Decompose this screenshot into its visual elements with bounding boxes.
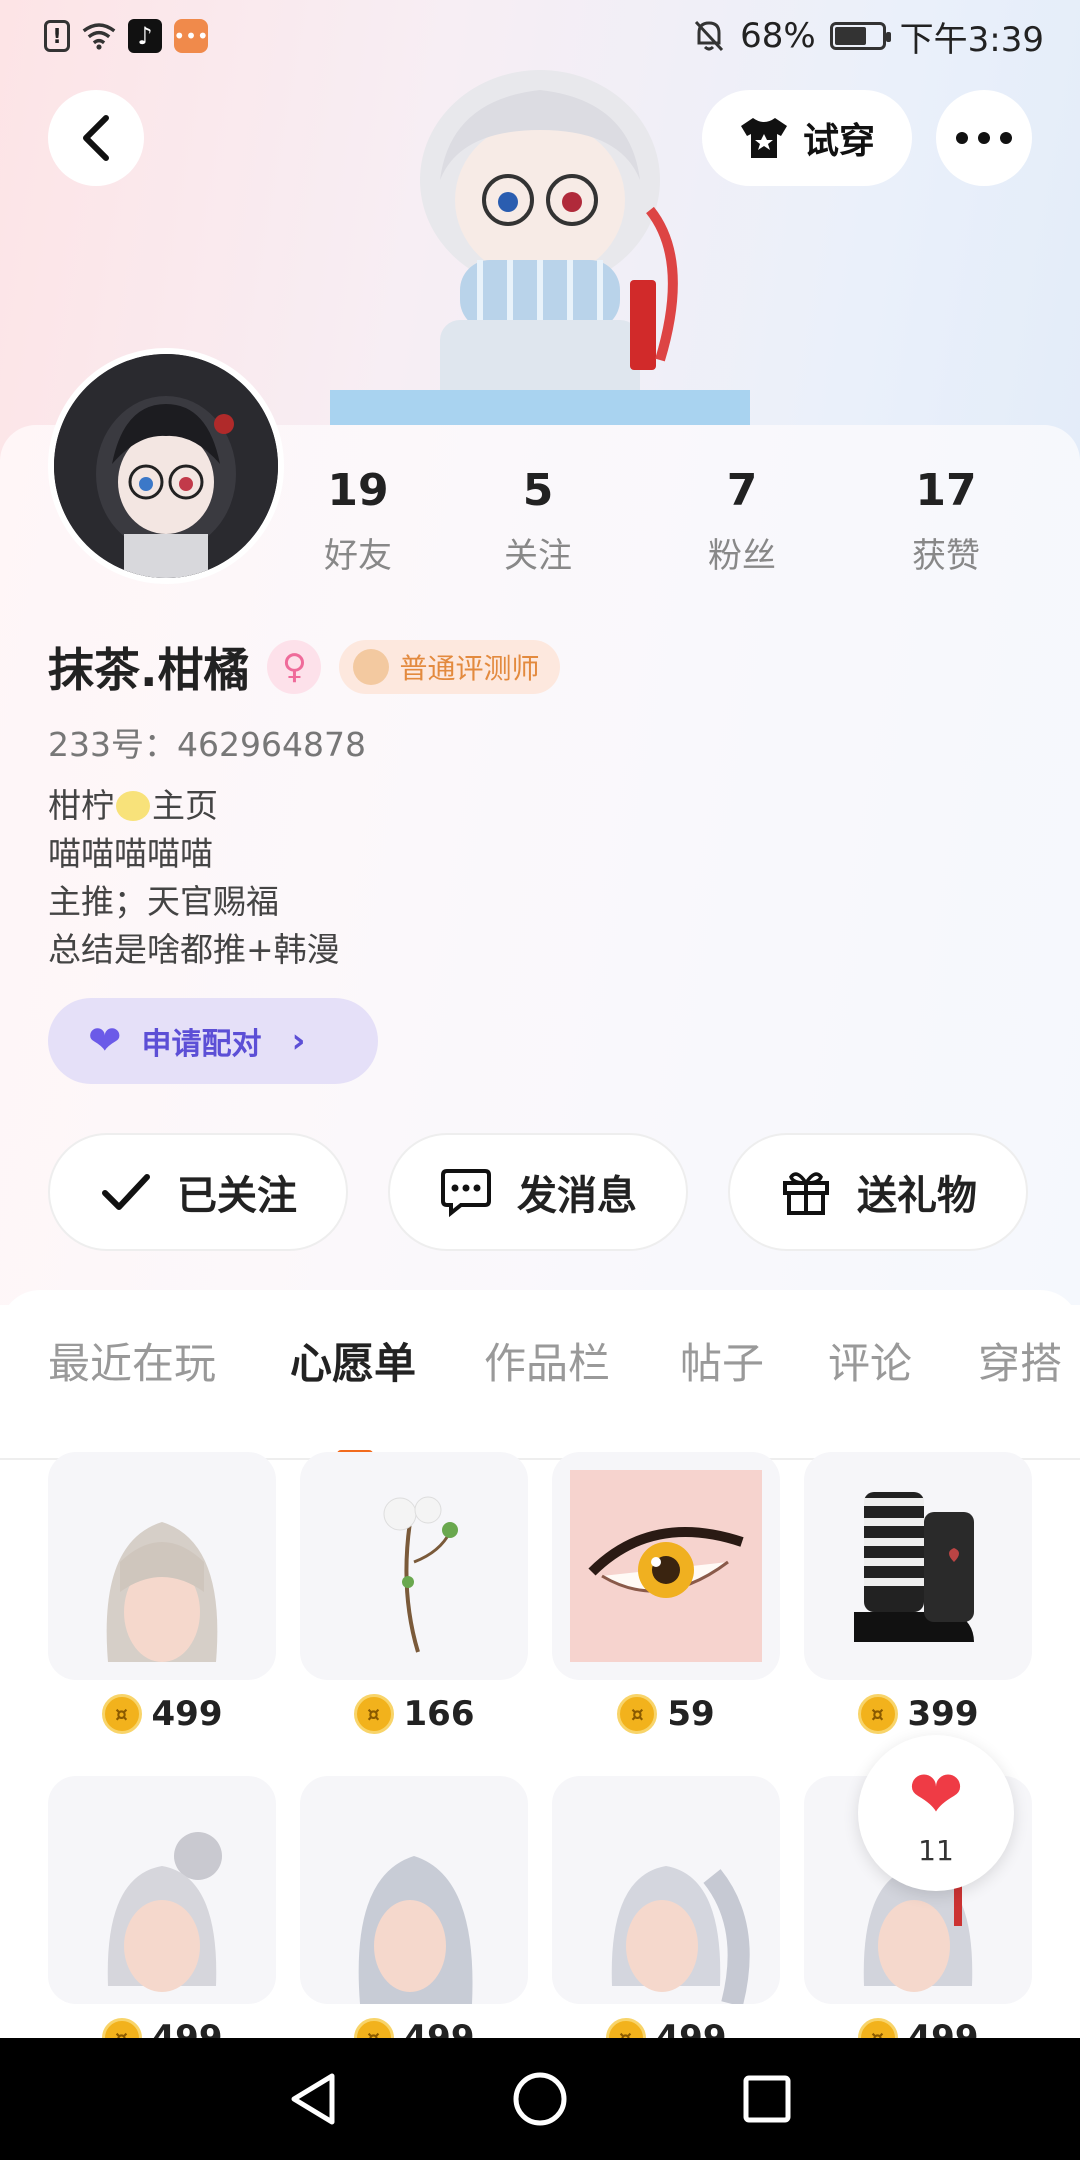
- title-badge[interactable]: 普通评测师: [339, 640, 560, 694]
- username: 抹茶.柑橘: [48, 643, 250, 697]
- lemon-icon: [116, 791, 150, 821]
- triangle-back-icon: [291, 2073, 335, 2125]
- more-options-button[interactable]: [936, 90, 1032, 186]
- hair-item-icon: [611, 1866, 750, 2004]
- stat-label: 粉丝: [708, 536, 776, 576]
- nav-recents-button[interactable]: [737, 2069, 797, 2129]
- avatar-3d-figure: [330, 60, 750, 430]
- message-app-icon: •••: [173, 19, 209, 53]
- stat-value: 5: [522, 465, 554, 516]
- square-recents-icon: [743, 2075, 791, 2123]
- request-pair-button[interactable]: ❤ 申请配对 ›: [48, 998, 378, 1084]
- heart-icon: ❤: [908, 1755, 964, 1833]
- like-count: 11: [918, 1833, 954, 1867]
- wishlist-price: ¤499: [48, 1694, 276, 1734]
- chevron-left-icon: [83, 115, 109, 161]
- clock: 下午3:39: [899, 19, 1044, 60]
- wishlist-item[interactable]: [48, 1452, 276, 1680]
- battery-icon: [829, 22, 891, 50]
- coin-icon: ¤: [353, 1694, 394, 1734]
- send-message-label: 发消息: [517, 1173, 637, 1219]
- bio-line: 柑柠 主页: [48, 786, 218, 825]
- eye-item-icon: [570, 1470, 762, 1662]
- wishlist-item[interactable]: [300, 1452, 528, 1680]
- tiktok-icon: ♪: [128, 19, 162, 53]
- stat-friends[interactable]: 19 好友: [278, 465, 438, 577]
- tab-recently-played[interactable]: 最近在玩: [48, 1330, 216, 1391]
- chat-bubble-icon: [441, 1169, 491, 1218]
- stat-fans[interactable]: 7 粉丝: [662, 465, 822, 577]
- alert-icon: !: [44, 20, 70, 52]
- tab-works[interactable]: 作品栏: [484, 1330, 610, 1391]
- heart-icon: ❤: [88, 1018, 122, 1064]
- hair-item-icon: [358, 1856, 473, 2004]
- request-pair-label: 申请配对: [141, 1027, 262, 1062]
- nav-back-button[interactable]: [283, 2069, 343, 2129]
- boots-item-icon: [854, 1492, 974, 1642]
- tab-comments[interactable]: 评论: [828, 1330, 912, 1391]
- coin-icon: ¤: [617, 1694, 658, 1734]
- name-row: 抹茶.柑橘 ♀ 普通评测师: [48, 634, 560, 700]
- title-badge-label: 普通评测师: [399, 652, 540, 685]
- stat-following[interactable]: 5 关注: [458, 465, 618, 577]
- avatar[interactable]: [48, 348, 284, 584]
- bio-line: 主推；天官赐福: [48, 882, 279, 921]
- check-icon: [102, 1174, 150, 1210]
- user-id: 233号：462964878: [48, 725, 366, 764]
- try-on-label: 试穿: [802, 121, 875, 162]
- reviewer-badge-icon: [353, 649, 390, 685]
- coin-icon: ¤: [857, 1694, 898, 1734]
- try-on-button[interactable]: 试穿: [702, 90, 912, 186]
- nav-home-button[interactable]: [510, 2069, 570, 2129]
- circle-home-icon: [513, 2072, 567, 2126]
- stat-value: 7: [726, 465, 758, 516]
- following-label: 已关注: [177, 1173, 297, 1219]
- following-button[interactable]: 已关注: [48, 1133, 348, 1251]
- system-nav-bar: [0, 2038, 1080, 2160]
- wifi-icon: [82, 19, 116, 53]
- wishlist-price: ¤ 59: [552, 1694, 780, 1734]
- more-dots-icon: [956, 132, 1012, 144]
- wishlist-price: ¤ 399: [804, 1694, 1032, 1734]
- wishlist-item[interactable]: [804, 1452, 1032, 1680]
- wishlist-item[interactable]: [552, 1776, 780, 2004]
- bio-line: 总结是啥都推+韩漫: [48, 930, 340, 969]
- back-button[interactable]: [48, 90, 144, 186]
- battery-level: [834, 27, 866, 45]
- gender-female-icon: ♀: [267, 640, 322, 694]
- stat-label: 好友: [324, 536, 392, 576]
- like-float-button[interactable]: ❤ 11: [858, 1735, 1014, 1891]
- send-gift-label: 送礼物: [857, 1173, 977, 1219]
- wishlist-price: ¤ 166: [300, 1694, 528, 1734]
- stat-likes[interactable]: 17 获赞: [866, 465, 1026, 577]
- stat-value: 19: [327, 465, 389, 516]
- battery-percent: 68%: [740, 16, 816, 56]
- bio-line: 喵喵喵喵喵: [48, 834, 213, 873]
- tab-posts[interactable]: 帖子: [680, 1330, 764, 1391]
- chevron-right-icon: ›: [291, 1021, 306, 1061]
- coin-icon: ¤: [101, 1694, 142, 1734]
- stats-row: 19 好友 5 关注 7 粉丝 17 获赞: [300, 465, 1060, 595]
- wishlist-item[interactable]: [552, 1452, 780, 1680]
- wishlist-item[interactable]: [300, 1776, 528, 2004]
- gift-icon: [783, 1172, 829, 1215]
- send-message-button[interactable]: 发消息: [388, 1133, 688, 1251]
- stat-label: 关注: [504, 536, 572, 576]
- send-gift-button[interactable]: 送礼物: [728, 1133, 1028, 1251]
- bio: 柑柠 主页 喵喵喵喵喵 主推；天官赐福 总结是啥都推+韩漫: [48, 782, 340, 974]
- shirt-icon: [740, 118, 787, 158]
- tab-outfits[interactable]: 穿搭: [978, 1330, 1062, 1391]
- mute-icon: [692, 19, 726, 53]
- wishlist-item[interactable]: [48, 1776, 276, 2004]
- tab-bar: 最近在玩 心愿单 作品栏 帖子 评论 穿搭: [0, 1330, 1080, 1460]
- stat-value: 17: [915, 465, 977, 516]
- hair-item-icon: [106, 1522, 218, 1662]
- hair-item-icon: [107, 1832, 222, 1992]
- tab-wishlist[interactable]: 心愿单: [290, 1330, 416, 1391]
- flower-item-icon: [383, 1496, 458, 1653]
- stat-label: 获赞: [912, 536, 980, 576]
